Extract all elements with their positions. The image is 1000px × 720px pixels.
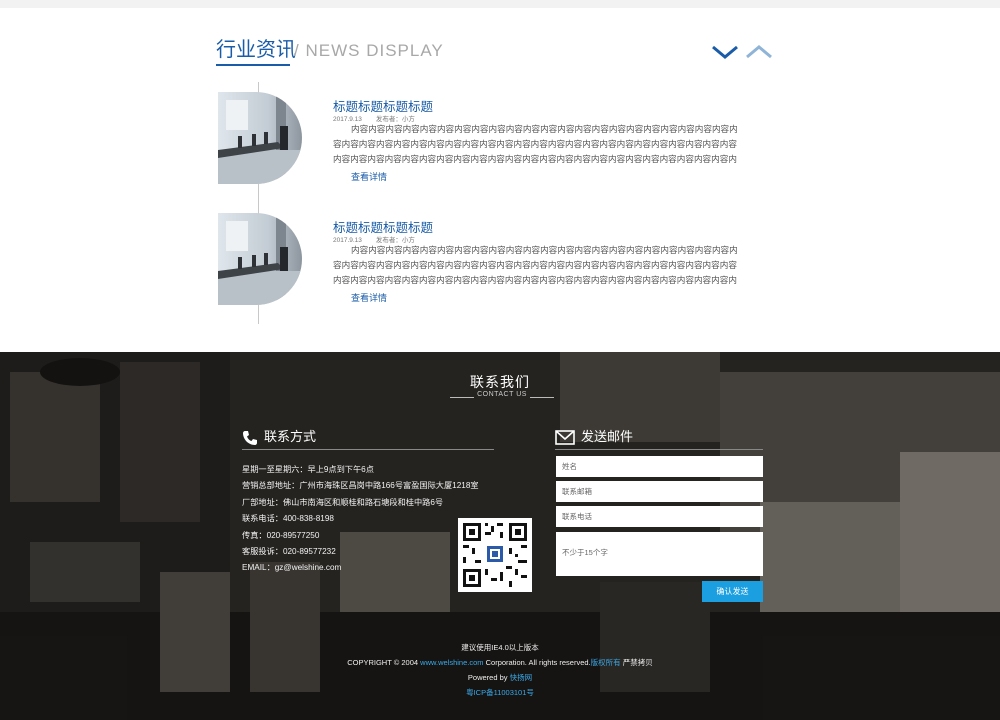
scroll-up-button[interactable]: [744, 42, 774, 62]
news-title: 行业资讯: [216, 39, 296, 61]
message-textarea[interactable]: [556, 532, 763, 576]
phone-icon: [243, 430, 257, 445]
news-thumbnail[interactable]: [218, 92, 302, 184]
powered-by-line: Powered by 快扬网: [0, 670, 1000, 685]
title-separator: /: [294, 41, 300, 60]
business-hours: 星期一至星期六：早上9点到下午6点: [242, 465, 374, 474]
envelope-icon: [555, 430, 575, 445]
news-item: 标题标题标题标题 2017.9.13 发布者：小方 内容内容内容内容内容内容内容内…: [218, 213, 758, 323]
powered-prefix: Powered by: [467, 673, 508, 682]
chevron-down-icon: [712, 45, 738, 59]
email-input[interactable]: [556, 481, 763, 502]
copyright-middle: Corporation. All rights reserved.: [485, 658, 591, 667]
news-summary: 内容内容内容内容内容内容内容内容内容内容内容内容内容内容内容内容内容内容内容内容…: [333, 124, 738, 164]
subtitle-rule-right: [530, 397, 554, 398]
browser-note: 建议使用IE4.0以上版本: [461, 643, 539, 652]
footer: 联系我们 CONTACT US 联系方式 发送邮件 星期一至星期六：早上9点到下…: [0, 352, 1000, 720]
contact-info-heading: 联系方式: [242, 426, 316, 448]
rights-link[interactable]: 版权所有: [591, 658, 621, 667]
phone-input[interactable]: [556, 506, 763, 527]
qr-code: [458, 518, 532, 592]
powered-link[interactable]: 快扬网: [510, 673, 533, 682]
send-mail-rule: [555, 449, 763, 450]
copyright-line: COPYRIGHT © 2004 www.welshine.com Corpor…: [0, 655, 1000, 670]
news-title-underline: [216, 64, 290, 66]
read-more-link[interactable]: 查看详情: [351, 170, 387, 183]
scroll-down-button[interactable]: [710, 42, 740, 62]
contact-title: 联系我们: [470, 374, 530, 390]
title-english: NEWS DISPLAY: [305, 41, 444, 60]
copyright-prefix: COPYRIGHT © 2004: [347, 658, 419, 667]
contact-info-heading-text: 联系方式: [264, 429, 317, 444]
send-button[interactable]: 确认发送: [702, 581, 763, 602]
chevron-up-icon: [746, 45, 772, 59]
send-mail-heading: 发送邮件: [555, 426, 633, 448]
top-strip: [0, 0, 1000, 8]
name-input[interactable]: [556, 456, 763, 477]
news-section-header: 行业资讯 / NEWS DISPLAY: [216, 36, 772, 68]
factory-address: 厂部地址：佛山市南海区和顺桂和路石塘段和桂中路6号: [242, 497, 444, 507]
office-photo-icon: [218, 213, 302, 305]
office-photo-icon: [218, 92, 302, 184]
contact-info-rule: [242, 449, 494, 450]
news-thumbnail[interactable]: [218, 213, 302, 305]
news-summary: 内容内容内容内容内容内容内容内容内容内容内容内容内容内容内容内容内容内容内容内容…: [333, 245, 738, 285]
copyright-suffix: 严禁拷贝: [622, 658, 653, 667]
icp-link[interactable]: 粤ICP备11003101号: [0, 685, 1000, 700]
news-item: 标题标题标题标题 2017.9.13 发布者：小方 内容内容内容内容内容内容内容内…: [218, 92, 758, 202]
read-more-link[interactable]: 查看详情: [351, 291, 387, 304]
send-mail-heading-text: 发送邮件: [581, 429, 634, 444]
sales-hq-address: 营销总部地址：广州市海珠区昌岗中路166号富盈国际大厦1218室: [242, 481, 479, 491]
qr-code-icon: [458, 518, 532, 592]
site-link[interactable]: www.welshine.com: [420, 658, 483, 667]
footer-bottom: 建议使用IE4.0以上版本 COPYRIGHT © 2004 www.welsh…: [0, 640, 1000, 700]
news-title-en: / NEWS DISPLAY: [294, 41, 444, 61]
contact-subtitle: CONTACT US: [450, 391, 554, 403]
